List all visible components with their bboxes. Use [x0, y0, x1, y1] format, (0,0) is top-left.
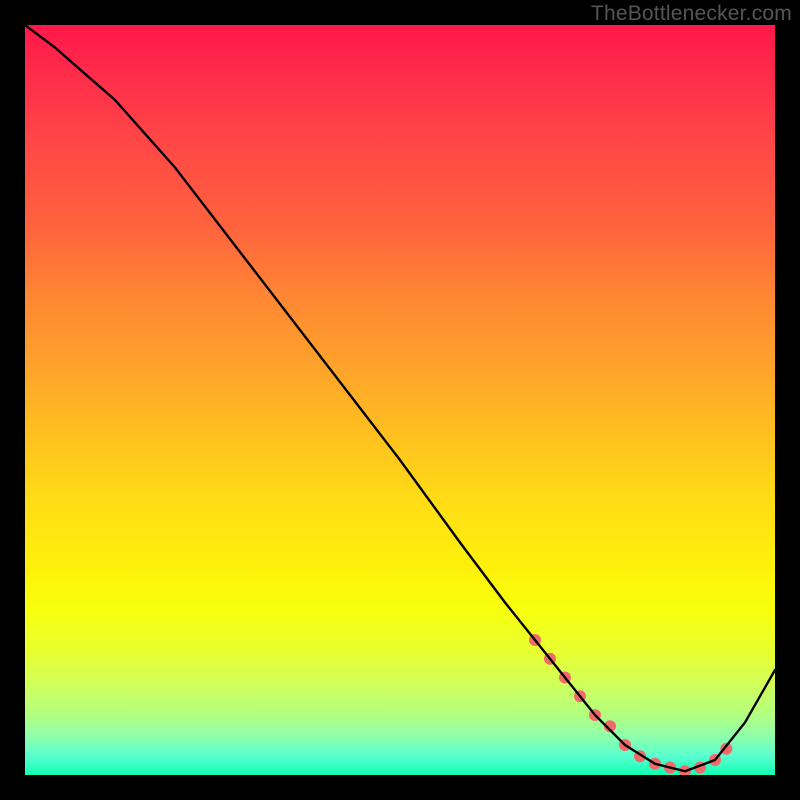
- marker-group: [529, 634, 732, 775]
- chart-svg: [25, 25, 775, 775]
- plot-area: [25, 25, 775, 775]
- watermark-text: TheBottlenecker.com: [591, 2, 792, 26]
- stage: TheBottlenecker.com: [0, 0, 800, 800]
- bottleneck-curve: [25, 25, 775, 771]
